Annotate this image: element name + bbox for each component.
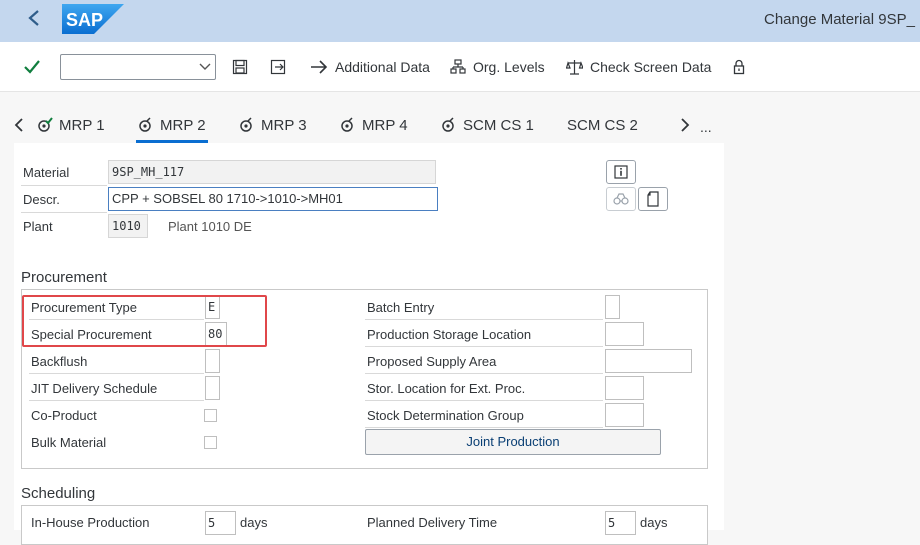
planned-delivery-time-label: Planned Delivery Time [367, 515, 498, 530]
check-screen-data-button[interactable]: Check Screen Data [566, 42, 711, 92]
binoculars-icon[interactable] [606, 187, 636, 211]
command-field[interactable] [60, 54, 216, 80]
divider [365, 373, 603, 374]
check-screen-data-label: Check Screen Data [590, 59, 712, 75]
scale-icon [566, 60, 583, 75]
procurement-section-title: Procurement [21, 269, 107, 286]
sap-logo: SAP [62, 4, 124, 34]
descr-label: Descr. [23, 192, 60, 207]
batch-entry-label: Batch Entry [367, 300, 435, 315]
material-field: 9SP_MH_117 [108, 160, 436, 184]
save-icon[interactable] [232, 42, 255, 92]
tab-label: MRP 1 [59, 116, 105, 134]
shell-bar: SAP Change Material 9SP_ [0, 0, 920, 42]
joint-production-button[interactable]: Joint Production [365, 429, 661, 455]
backflush-input[interactable] [205, 349, 220, 373]
production-storage-location-label: Production Storage Location [367, 327, 532, 342]
tab-label: SCM CS 2 [567, 116, 638, 134]
bulk-material-label: Bulk Material [31, 435, 107, 450]
arrow-right-icon [311, 60, 328, 74]
backflush-label: Backflush [31, 354, 88, 369]
check-icon[interactable] [24, 42, 47, 92]
stock-determination-group-label: Stock Determination Group [367, 408, 524, 423]
stock-determination-group-input[interactable] [605, 403, 644, 427]
divider [29, 400, 204, 401]
in-house-production-label: In-House Production [31, 515, 150, 530]
toolbar: Additional Data Org. Levels Check Screen… [0, 42, 920, 92]
org-levels-button[interactable]: Org. Levels [450, 42, 545, 92]
co-product-label: Co-Product [31, 408, 97, 423]
divider [365, 400, 603, 401]
batch-entry-input[interactable] [605, 295, 620, 319]
in-house-production-unit: days [240, 515, 268, 530]
scheduling-section-title: Scheduling [21, 485, 96, 502]
divider [21, 212, 107, 213]
tab-overflow-button[interactable]: ... [700, 115, 712, 139]
gear-icon [139, 117, 151, 132]
hierarchy-icon [450, 59, 466, 74]
jit-delivery-input[interactable] [205, 376, 220, 400]
plant-field: 1010 [108, 214, 148, 238]
additional-data-button[interactable]: Additional Data [310, 42, 430, 92]
svg-text:SAP: SAP [66, 10, 103, 30]
divider [29, 373, 204, 374]
export-icon[interactable] [270, 42, 294, 92]
proposed-supply-area-label: Proposed Supply Area [367, 354, 497, 369]
tab-scm-cs-2[interactable]: SCM CS 2 [567, 113, 638, 137]
divider [365, 319, 603, 320]
gear-icon [240, 117, 252, 132]
plant-description: Plant 1010 DE [168, 219, 252, 234]
production-storage-location-input[interactable] [605, 322, 644, 346]
ext-proc-storage-location-input[interactable] [605, 376, 644, 400]
tab-mrp-2[interactable]: MRP 2 [138, 113, 206, 137]
tab-strip: MRP 1 MRP 2 MRP 3 MRP 4 SCM CS 1 SCM CS … [0, 100, 725, 140]
divider [21, 185, 107, 186]
gear-icon [341, 117, 353, 132]
highlight-box [22, 295, 267, 347]
gear-icon [442, 117, 454, 132]
divider [365, 427, 603, 428]
chevron-down-icon[interactable] [199, 58, 211, 77]
plant-label: Plant [23, 219, 53, 234]
tab-mrp-4[interactable]: MRP 4 [340, 113, 408, 137]
co-product-checkbox[interactable] [204, 409, 217, 422]
tab-label: SCM CS 1 [463, 116, 534, 134]
jit-delivery-label: JIT Delivery Schedule [31, 381, 158, 396]
info-icon[interactable] [606, 160, 636, 184]
tab-scroll-right-icon[interactable] [680, 113, 696, 137]
org-levels-label: Org. Levels [473, 59, 545, 75]
tab-scm-cs-1[interactable]: SCM CS 1 [441, 113, 534, 137]
planned-delivery-time-input[interactable]: 5 [605, 511, 636, 535]
check-gear-icon [38, 117, 53, 132]
divider [365, 346, 603, 347]
lock-icon[interactable] [733, 42, 752, 92]
planned-delivery-time-unit: days [640, 515, 668, 530]
tab-label: MRP 4 [362, 116, 408, 134]
document-icon[interactable] [638, 187, 668, 211]
tab-scroll-left-icon[interactable] [14, 113, 30, 137]
tab-mrp-1[interactable]: MRP 1 [37, 113, 105, 137]
proposed-supply-area-input[interactable] [605, 349, 692, 373]
bulk-material-checkbox[interactable] [204, 436, 217, 449]
material-label: Material [23, 165, 70, 180]
page-title: Change Material 9SP_ [764, 11, 915, 28]
description-input[interactable]: CPP + SOBSEL 80 1710->1010->MH01 [108, 187, 438, 211]
in-house-production-input[interactable]: 5 [205, 511, 236, 535]
tab-label: MRP 3 [261, 116, 307, 134]
tab-label: MRP 2 [160, 116, 206, 134]
ext-proc-storage-location-label: Stor. Location for Ext. Proc. [367, 381, 526, 396]
additional-data-label: Additional Data [335, 59, 430, 75]
tab-mrp-3[interactable]: MRP 3 [239, 113, 307, 137]
back-arrow-icon[interactable] [20, 6, 48, 34]
